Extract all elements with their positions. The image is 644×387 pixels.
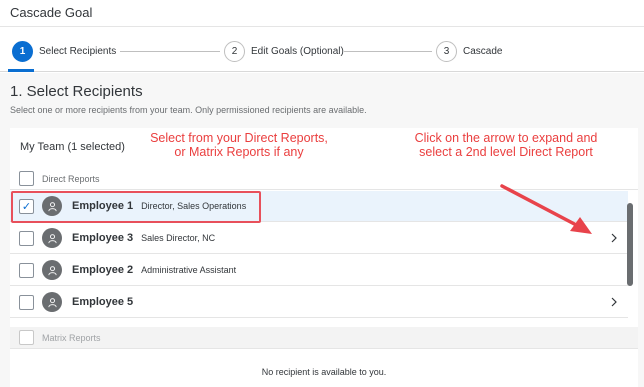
step-number: 2 [224, 40, 245, 62]
scrollbar-thumb[interactable] [627, 203, 633, 286]
person-icon [47, 265, 57, 275]
wizard-step-2[interactable]: 2 Edit Goals (Optional) [224, 40, 344, 62]
empty-message: No recipient is available to you. [261, 367, 387, 377]
wizard-step-3[interactable]: 3 Cascade [436, 40, 502, 62]
chevron-right-icon[interactable] [608, 232, 620, 244]
step-label: Cascade [463, 45, 503, 57]
employee-name: Employee 2 [72, 264, 134, 276]
active-step-indicator [8, 69, 34, 72]
team-title: My Team (1 selected) [20, 141, 125, 153]
annotation-right: Click on the arrow to expand and select … [414, 131, 598, 159]
step-label: Select Recipients [39, 45, 117, 57]
step-label: Edit Goals (Optional) [251, 45, 344, 57]
step-connector [120, 51, 220, 52]
employee-checkbox[interactable] [19, 262, 34, 278]
matrix-reports-label: Matrix Reports [42, 332, 101, 343]
direct-reports-checkbox[interactable] [19, 171, 34, 186]
employee-name: Employee 5 [72, 296, 134, 308]
matrix-reports-header: Matrix Reports [10, 327, 638, 349]
employee-row[interactable]: Employee 2 Administrative Assistant [10, 255, 628, 286]
arrow-annotation-icon [500, 184, 592, 234]
direct-reports-label: Direct Reports [42, 173, 100, 184]
employee-checkbox[interactable] [19, 294, 34, 310]
employee-role: Administrative Assistant [141, 265, 237, 275]
dialog-header: Cascade Goal [0, 0, 644, 27]
team-panel: My Team (1 selected) Direct Reports ✓ Em… [10, 128, 638, 387]
employee-role: Sales Director, NC [141, 233, 216, 243]
annotation-left: Select from your Direct Reports, or Matr… [150, 131, 328, 159]
person-icon [47, 297, 57, 307]
avatar [42, 292, 62, 312]
chevron-right-icon[interactable] [608, 296, 620, 308]
list-scrollbar[interactable] [626, 203, 634, 338]
step-number: 1 [12, 40, 33, 62]
matrix-reports-checkbox [19, 330, 34, 345]
avatar [42, 260, 62, 280]
highlight-box [11, 191, 261, 223]
page-title: 1. Select Recipients [10, 83, 143, 100]
avatar [42, 228, 62, 248]
employee-name: Employee 3 [72, 232, 134, 244]
employee-row[interactable]: Employee 5 [10, 287, 628, 318]
person-icon [47, 233, 57, 243]
page-subtitle: Select one or more recipients from your … [10, 105, 367, 115]
step-number: 3 [436, 40, 457, 62]
wizard-progress: 1 Select Recipients 2 Edit Goals (Option… [0, 27, 644, 72]
step-connector [344, 51, 432, 52]
employee-checkbox[interactable] [19, 230, 34, 246]
wizard-step-1[interactable]: 1 Select Recipients [12, 40, 116, 62]
dialog-title: Cascade Goal [10, 5, 93, 20]
